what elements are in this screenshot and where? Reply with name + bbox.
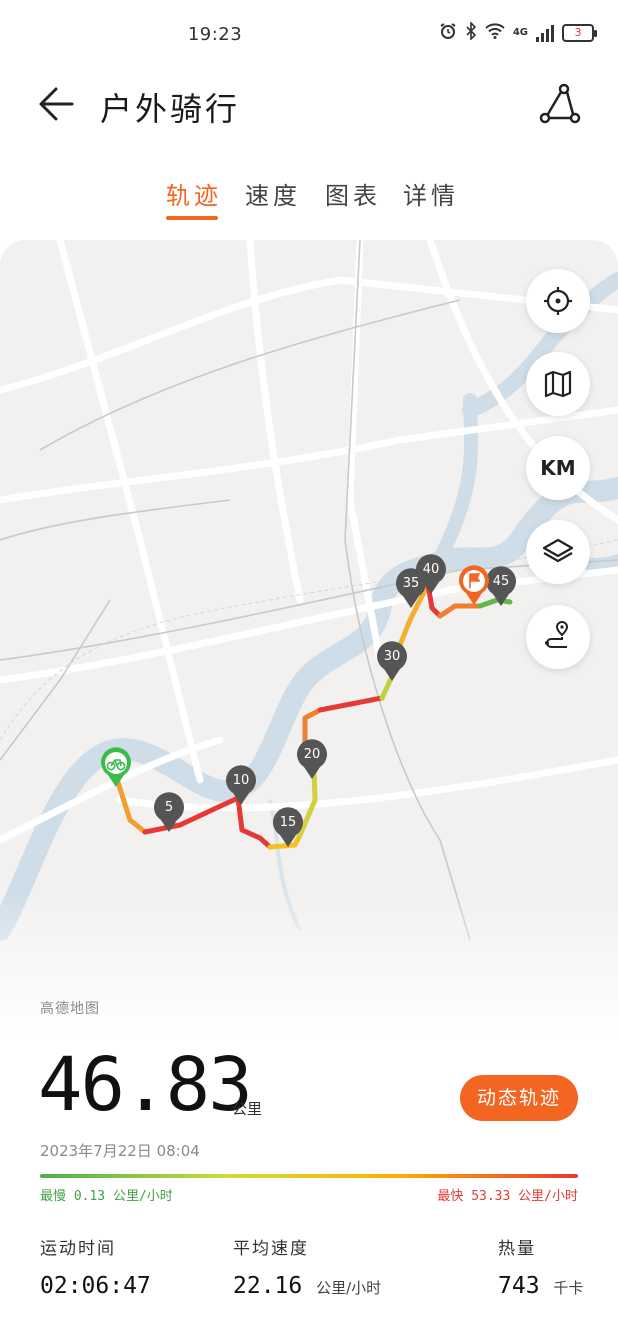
fastest-speed: 最快 53.33 公里/小时	[437, 1189, 578, 1204]
stat-value: 743 千卡	[498, 1273, 583, 1299]
map-marker-10km[interactable]: 10	[224, 764, 258, 806]
km-marker-toggle[interactable]: KM	[526, 436, 590, 500]
map-marker-15km[interactable]: 15	[271, 806, 305, 848]
tab-bar: 轨迹 速度 图表 详情	[0, 176, 618, 226]
battery-icon: 3	[562, 24, 597, 42]
alarm-icon	[439, 22, 457, 44]
workout-datetime: 2023年7月22日 08:04	[40, 1142, 200, 1160]
bicycle-icon	[101, 747, 131, 787]
distance-value: 46.83	[38, 1042, 253, 1128]
marker-label: 15	[279, 815, 297, 830]
wifi-icon	[485, 23, 505, 43]
distance-unit: 公里	[232, 1100, 263, 1118]
map-marker-40km[interactable]: 40	[414, 553, 448, 595]
stat-value: 22.16 公里/小时	[233, 1273, 381, 1299]
map-icon	[544, 370, 572, 398]
avg-speed-unit: 公里/小时	[316, 1279, 382, 1297]
route-button[interactable]	[526, 605, 590, 669]
km-label: KM	[540, 456, 576, 480]
app-root: 19:23 4G 3 户外骑行 轨迹 速度 图表 详情 5 10 15 20 3…	[0, 0, 618, 1338]
back-button[interactable]	[36, 84, 80, 124]
page-title: 户外骑行	[100, 90, 241, 128]
marker-label: 5	[164, 800, 174, 815]
arrow-left-icon	[39, 87, 74, 121]
stat-label: 热量	[498, 1239, 536, 1259]
speed-gradient-bar	[40, 1174, 578, 1178]
locate-button[interactable]	[526, 269, 590, 333]
duration-value: 02:06:47	[40, 1273, 151, 1299]
slowest-speed: 最慢 0.13 公里/小时	[40, 1189, 173, 1204]
stat-calories: 热量 743 千卡	[498, 1234, 583, 1299]
tab-charts[interactable]: 图表	[325, 176, 381, 211]
avg-speed-value: 22.16	[233, 1273, 303, 1299]
tab-details[interactable]: 详情	[403, 176, 459, 211]
tab-active-indicator	[166, 216, 218, 220]
route-icon	[545, 621, 569, 648]
share-icon	[539, 83, 581, 124]
status-bar: 19:23 4G 3	[0, 0, 618, 66]
map-attribution: 高德地图	[40, 1001, 100, 1017]
stat-avg-speed: 平均速度 22.16 公里/小时	[233, 1234, 381, 1299]
map-marker-20km[interactable]: 20	[295, 738, 329, 780]
bluetooth-icon	[465, 21, 477, 44]
signal-icon	[536, 24, 554, 42]
calories-unit: 千卡	[553, 1279, 584, 1297]
calories-value: 743	[498, 1273, 540, 1299]
stat-duration: 运动时间 02:06:47	[40, 1234, 151, 1299]
map-type-button[interactable]	[526, 352, 590, 416]
finish-marker[interactable]	[457, 564, 491, 606]
network-type: 4G	[512, 27, 528, 38]
tab-track[interactable]: 轨迹	[166, 176, 222, 211]
map-marker-5km[interactable]: 5	[152, 791, 186, 833]
header: 户外骑行	[0, 70, 618, 140]
share-route-button[interactable]	[538, 82, 582, 126]
start-marker[interactable]	[99, 746, 133, 788]
layers-icon	[542, 538, 574, 563]
map-marker-30km[interactable]: 30	[375, 640, 409, 682]
marker-label: 30	[383, 649, 401, 664]
stat-value: 02:06:47	[40, 1273, 151, 1299]
tab-speed[interactable]: 速度	[245, 176, 301, 211]
stat-label: 平均速度	[233, 1239, 309, 1259]
marker-label: 20	[303, 747, 321, 762]
layers-button[interactable]	[526, 520, 590, 584]
replay-track-button[interactable]: 动态轨迹	[460, 1075, 578, 1121]
map-view[interactable]: 5 10 15 20 30 35 40 45 KM 高德地图	[0, 240, 618, 1040]
marker-label: 40	[422, 562, 440, 577]
locate-icon	[544, 287, 572, 315]
status-icons: 4G 3	[439, 21, 597, 44]
flag-icon	[459, 565, 489, 605]
stat-label: 运动时间	[40, 1239, 116, 1259]
status-time: 19:23	[187, 24, 243, 45]
marker-label: 10	[232, 773, 250, 788]
